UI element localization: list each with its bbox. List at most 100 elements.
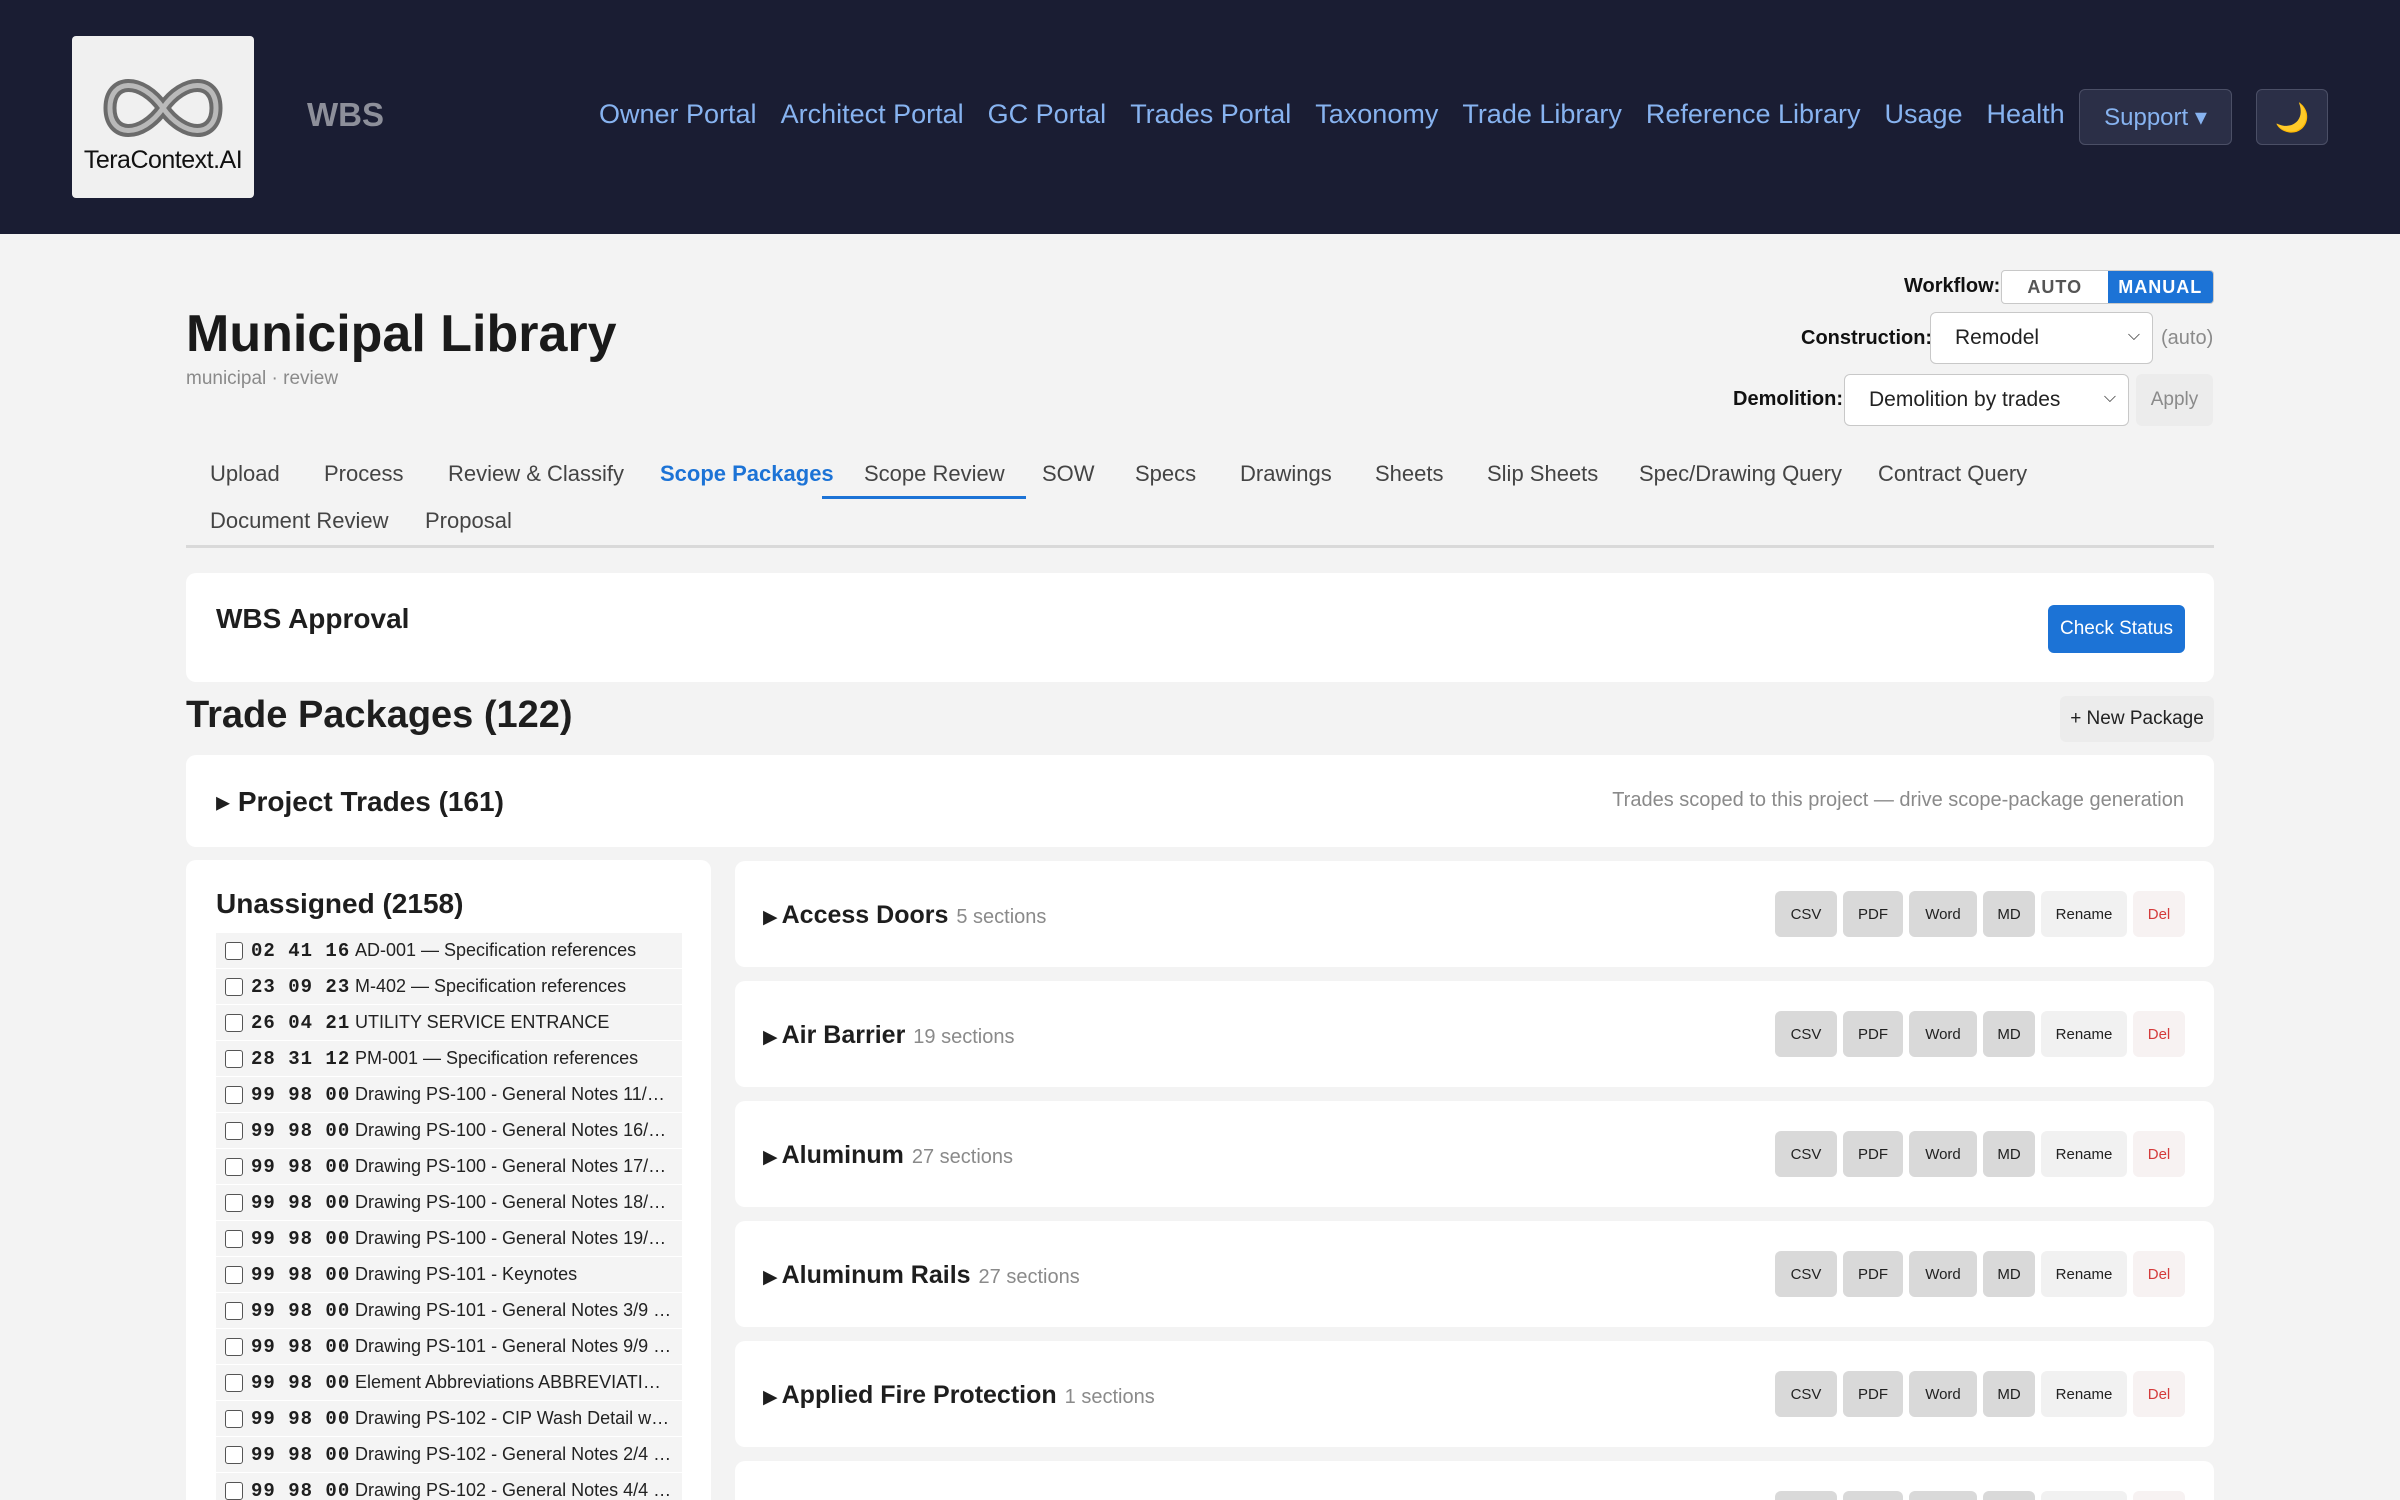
csv-button[interactable]: CSV	[1775, 1371, 1837, 1417]
row-checkbox[interactable]	[225, 1229, 243, 1248]
new-package-button[interactable]: + New Package	[2060, 696, 2214, 742]
check-status-button[interactable]: Check Status	[2048, 605, 2185, 653]
package-card[interactable]: ▶ Aluminum 27 sections CSV PDF Word MD Rename De…	[735, 1101, 2214, 1207]
unassigned-row[interactable]: 99 98 00 Drawing PS-101 - General Notes 9…	[216, 1329, 682, 1365]
package-card[interactable]: ▶ Applied Fire Protection 1 sections CSV PDF…	[735, 1341, 2214, 1447]
unassigned-row[interactable]: 28 31 12 PM-001 — Specification reference…	[216, 1041, 682, 1077]
pdf-button[interactable]: PDF	[1843, 1371, 1903, 1417]
csv-button[interactable]: CSV	[1775, 1491, 1837, 1500]
package-card[interactable]: ▶ Access Doors 5 sections CSV PDF Word MD Renam…	[735, 861, 2214, 967]
tab-proposal[interactable]: Proposal	[425, 508, 512, 534]
unassigned-row[interactable]: 99 98 00 Drawing PS-101 - General Notes 3…	[216, 1293, 682, 1329]
tab-sow[interactable]: SOW	[1042, 461, 1095, 487]
row-checkbox[interactable]	[225, 1013, 243, 1032]
workflow-auto-option[interactable]: AUTO	[2002, 271, 2108, 303]
md-button[interactable]: MD	[1983, 1491, 2035, 1500]
md-button[interactable]: MD	[1983, 1251, 2035, 1297]
package-toggle[interactable]: ▶ Air Barrier 19 sections	[763, 1021, 1014, 1050]
rename-button[interactable]: Rename	[2041, 891, 2127, 937]
tab-document-review[interactable]: Document Review	[210, 508, 389, 534]
row-checkbox[interactable]	[225, 941, 243, 960]
unassigned-row[interactable]: 99 98 00 Element Abbreviations ABBREVIATI…	[216, 1365, 682, 1401]
pdf-button[interactable]: PDF	[1843, 1251, 1903, 1297]
row-checkbox[interactable]	[225, 1373, 243, 1392]
delete-button[interactable]: Del	[2133, 1011, 2185, 1057]
row-checkbox[interactable]	[225, 1481, 243, 1500]
construction-select[interactable]: Remodel ⌵	[1930, 312, 2153, 364]
row-checkbox[interactable]	[225, 1193, 243, 1212]
word-button[interactable]: Word	[1909, 1491, 1977, 1500]
nav-owner-portal[interactable]: Owner Portal	[599, 99, 757, 130]
csv-button[interactable]: CSV	[1775, 1131, 1837, 1177]
package-card[interactable]: CSV PDF Word MD Rename Del	[735, 1461, 2214, 1500]
pdf-button[interactable]: PDF	[1843, 891, 1903, 937]
delete-button[interactable]: Del	[2133, 891, 2185, 937]
demolition-select[interactable]: Demolition by trades ⌵	[1844, 374, 2129, 426]
rename-button[interactable]: Rename	[2041, 1371, 2127, 1417]
nav-gc-portal[interactable]: GC Portal	[988, 99, 1107, 130]
tab-upload[interactable]: Upload	[210, 461, 280, 487]
nav-health[interactable]: Health	[1987, 99, 2065, 130]
logo[interactable]: TeraContext.AI	[72, 36, 254, 198]
unassigned-row[interactable]: 99 98 00 Drawing PS-101 - Keynotes	[216, 1257, 682, 1293]
word-button[interactable]: Word	[1909, 1131, 1977, 1177]
md-button[interactable]: MD	[1983, 1371, 2035, 1417]
csv-button[interactable]: CSV	[1775, 1251, 1837, 1297]
package-card[interactable]: ▶ Air Barrier 19 sections CSV PDF Word MD Renam…	[735, 981, 2214, 1087]
unassigned-row[interactable]: 99 98 00 Drawing PS-100 - General Notes 1…	[216, 1185, 682, 1221]
unassigned-row[interactable]: 99 98 00 Drawing PS-102 - CIP Wash Detail…	[216, 1401, 682, 1437]
package-toggle[interactable]: ▶ Aluminum 27 sections	[763, 1141, 1013, 1170]
tab-sheets[interactable]: Sheets	[1375, 461, 1444, 487]
word-button[interactable]: Word	[1909, 891, 1977, 937]
tab-review-classify[interactable]: Review & Classify	[448, 461, 624, 487]
delete-button[interactable]: Del	[2133, 1251, 2185, 1297]
tab-contract-query[interactable]: Contract Query	[1878, 461, 2027, 487]
tab-scope-packages[interactable]: Scope Packages	[660, 461, 834, 487]
delete-button[interactable]: Del	[2133, 1371, 2185, 1417]
theme-toggle-button[interactable]: 🌙	[2256, 89, 2328, 145]
pdf-button[interactable]: PDF	[1843, 1131, 1903, 1177]
tab-scope-review[interactable]: Scope Review	[864, 461, 1005, 487]
delete-button[interactable]: Del	[2133, 1491, 2185, 1500]
md-button[interactable]: MD	[1983, 1011, 2035, 1057]
row-checkbox[interactable]	[225, 1409, 243, 1428]
unassigned-row[interactable]: 99 98 00 Drawing PS-100 - General Notes 1…	[216, 1113, 682, 1149]
word-button[interactable]: Word	[1909, 1371, 1977, 1417]
unassigned-row[interactable]: 99 98 00 Drawing PS-100 - General Notes 1…	[216, 1221, 682, 1257]
workflow-manual-option[interactable]: MANUAL	[2107, 271, 2213, 303]
unassigned-row[interactable]: 99 98 00 Drawing PS-102 - General Notes 4…	[216, 1473, 682, 1500]
tab-slip-sheets[interactable]: Slip Sheets	[1487, 461, 1598, 487]
rename-button[interactable]: Rename	[2041, 1491, 2127, 1500]
md-button[interactable]: MD	[1983, 1131, 2035, 1177]
unassigned-row[interactable]: 26 04 21 UTILITY SERVICE ENTRANCE	[216, 1005, 682, 1041]
unassigned-row[interactable]: 99 98 00 Drawing PS-102 - General Notes 2…	[216, 1437, 682, 1473]
row-checkbox[interactable]	[225, 1265, 243, 1284]
row-checkbox[interactable]	[225, 1085, 243, 1104]
row-checkbox[interactable]	[225, 1157, 243, 1176]
unassigned-row[interactable]: 02 41 16 AD-001 — Specification reference…	[216, 933, 682, 969]
nav-reference-library[interactable]: Reference Library	[1646, 99, 1861, 130]
delete-button[interactable]: Del	[2133, 1131, 2185, 1177]
row-checkbox[interactable]	[225, 1445, 243, 1464]
md-button[interactable]: MD	[1983, 891, 2035, 937]
pdf-button[interactable]: PDF	[1843, 1491, 1903, 1500]
rename-button[interactable]: Rename	[2041, 1011, 2127, 1057]
unassigned-row[interactable]: 23 09 23 M-402 — Specification references	[216, 969, 682, 1005]
rename-button[interactable]: Rename	[2041, 1251, 2127, 1297]
nav-trades-portal[interactable]: Trades Portal	[1130, 99, 1291, 130]
unassigned-row[interactable]: 99 98 00 Drawing PS-100 - General Notes 1…	[216, 1077, 682, 1113]
project-trades-toggle[interactable]: ▸ Project Trades (161)	[216, 785, 504, 818]
csv-button[interactable]: CSV	[1775, 1011, 1837, 1057]
apply-button[interactable]: Apply	[2136, 374, 2213, 426]
row-checkbox[interactable]	[225, 1301, 243, 1320]
tab-drawings[interactable]: Drawings	[1240, 461, 1332, 487]
nav-trade-library[interactable]: Trade Library	[1462, 99, 1622, 130]
row-checkbox[interactable]	[225, 1337, 243, 1356]
unassigned-row[interactable]: 99 98 00 Drawing PS-100 - General Notes 1…	[216, 1149, 682, 1185]
package-toggle[interactable]: ▶ Applied Fire Protection 1 sections	[763, 1381, 1155, 1410]
word-button[interactable]: Word	[1909, 1251, 1977, 1297]
word-button[interactable]: Word	[1909, 1011, 1977, 1057]
package-card[interactable]: ▶ Aluminum Rails 27 sections CSV PDF Word MD Re…	[735, 1221, 2214, 1327]
project-trades-card[interactable]: ▸ Project Trades (161) Trades scoped to …	[186, 755, 2214, 847]
nav-usage[interactable]: Usage	[1885, 99, 1963, 130]
